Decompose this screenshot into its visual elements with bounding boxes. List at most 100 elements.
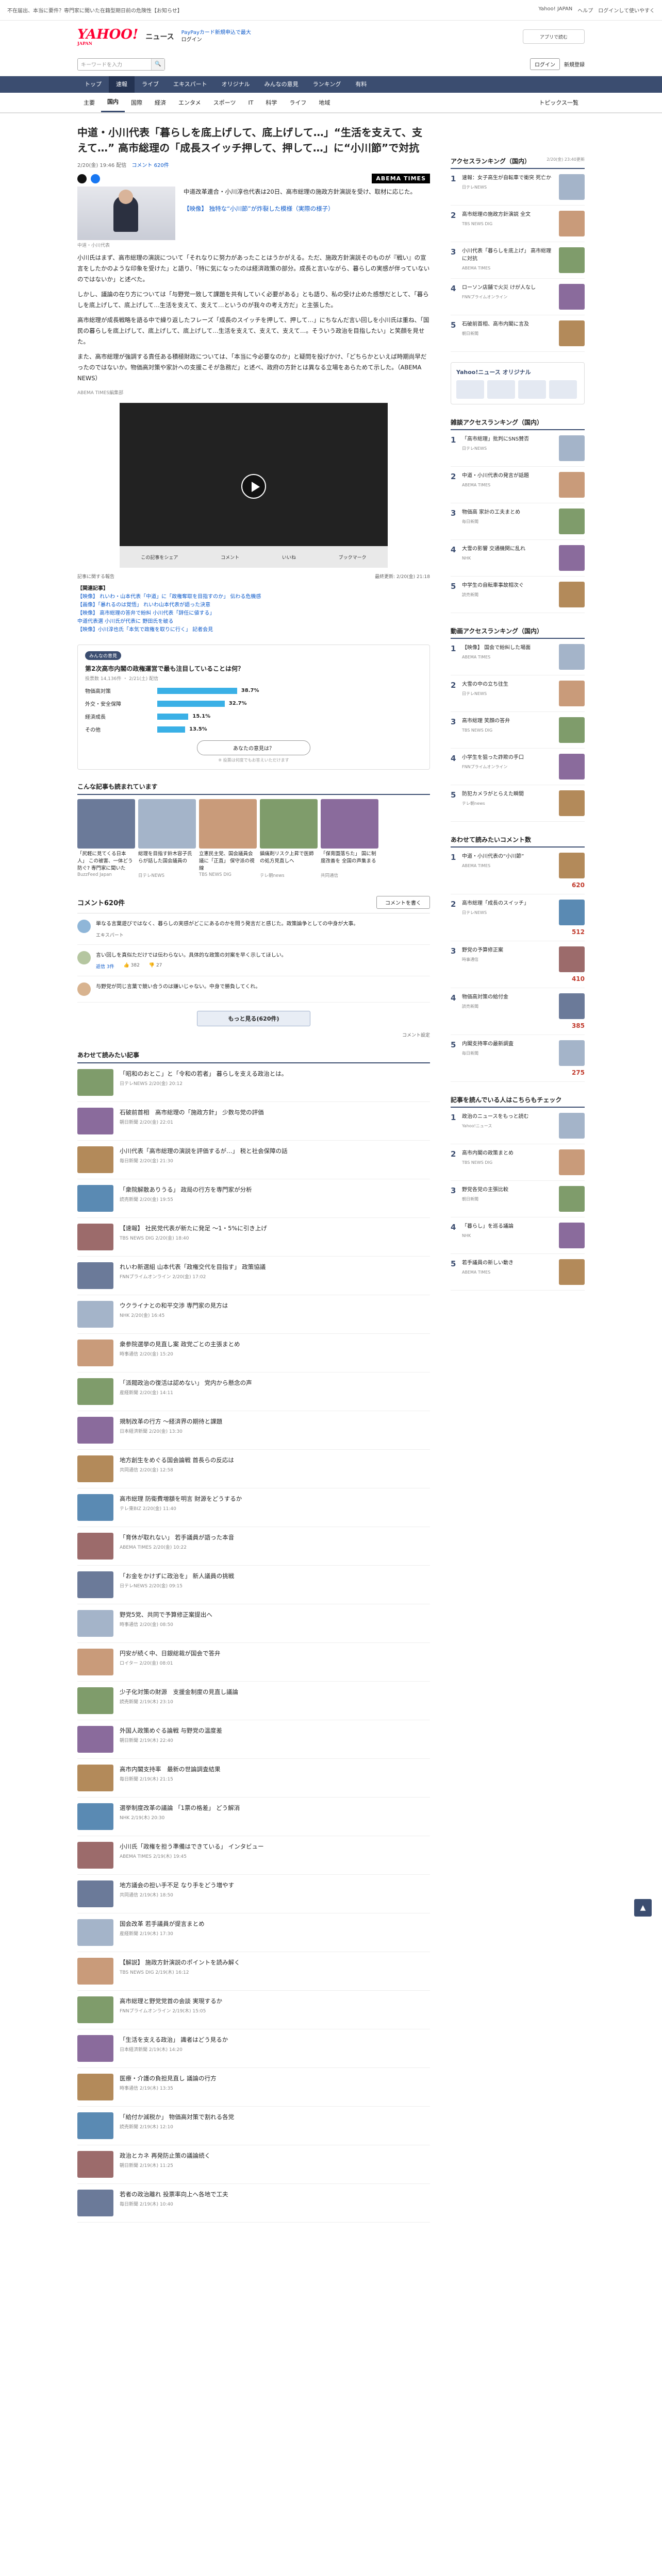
sidebar-item[interactable]: 4 「暮らし」を巡る議論 NHK bbox=[451, 1217, 585, 1254]
bad-button[interactable]: 👎 27 bbox=[149, 963, 162, 970]
gnav-breaking[interactable]: 速報 bbox=[109, 76, 135, 93]
tab-science[interactable]: 科学 bbox=[259, 98, 283, 107]
gnav-ranking[interactable]: ランキング bbox=[306, 76, 349, 93]
recommend-item[interactable]: 【速報】 社民党代表が新たに発足 ～1・5%に引き上げ TBS NEWS DIG … bbox=[77, 1218, 430, 1257]
sidebar-item[interactable]: 4 小学生を狙った詐欺の手口 FNNプライムオンライン bbox=[451, 749, 585, 785]
gnav-live[interactable]: ライブ bbox=[135, 76, 166, 93]
recommend-item[interactable]: 選挙制度改革の議論 「1票の格差」 どう解消 NHK 2/19(木) 20:30 bbox=[77, 1798, 430, 1836]
yahoo-logo[interactable]: YAHOO! JAPAN bbox=[77, 28, 138, 45]
gnav-original[interactable]: オリジナル bbox=[214, 76, 257, 93]
original-box[interactable]: Yahoo!ニュース オリジナル bbox=[451, 362, 585, 404]
sidebar-item[interactable]: 3 小川代表「暮らしを底上げ」 高市総理に対抗 ABEMA TIMES bbox=[451, 242, 585, 279]
tab-world[interactable]: 国際 bbox=[125, 98, 148, 107]
login-button[interactable]: ログイン bbox=[530, 58, 560, 70]
recommend-item[interactable]: 医療・介護の負担見直し 議論の行方 時事通信 2/19(木) 13:35 bbox=[77, 2068, 430, 2107]
recommend-item[interactable]: 円安が続く中、日銀総裁が国会で答弁 ロイター 2/20(金) 08:01 bbox=[77, 1643, 430, 1682]
recommend-item[interactable]: 「衆院解散ありうる」 政局の行方を専門家が分析 読売新聞 2/20(金) 19:5… bbox=[77, 1179, 430, 1218]
recommend-item[interactable]: 「生活を支える政治」 識者はどう見るか 日本経済新聞 2/19(木) 14:20 bbox=[77, 2029, 430, 2068]
tab-it[interactable]: IT bbox=[242, 99, 259, 106]
recommend-item[interactable]: 「昭和のおとこ」と「令和の若者」 暮らしを支える政治とは。 日テレNEWS 2/2… bbox=[77, 1063, 430, 1102]
recommend-item[interactable]: 規制改革の行方 ～経済界の期待と課題 日本経済新聞 2/20(金) 13:30 bbox=[77, 1411, 430, 1450]
sidebar-item[interactable]: 3 野党の予算修正案 時事通信 410 bbox=[451, 941, 585, 988]
recommend-item[interactable]: 「給付か減税か」 物価高対策で割れる各党 読売新聞 2/19(木) 12:10 bbox=[77, 2107, 430, 2145]
sidebar-item[interactable]: 5 防犯カメラがとらえた瞬間 テレ朝news bbox=[451, 785, 585, 822]
sidebar-item[interactable]: 1 政治のニュースをもっと読む Yahoo!ニュース bbox=[451, 1108, 585, 1144]
related-link[interactable]: 【映像】 れいわ・山本代表「中道」に「政権奪取を目指すのか」 伝わる危機感 bbox=[77, 593, 430, 601]
sidebar-item[interactable]: 3 高市総理 笑顔の答弁 TBS NEWS DIG bbox=[451, 712, 585, 749]
recommend-item[interactable]: 「育休が取れない」 若手議員が語った本音 ABEMA TIMES 2/20(金) … bbox=[77, 1527, 430, 1566]
sidebar-item[interactable]: 4 大雪の影響 交通機関に乱れ NHK bbox=[451, 540, 585, 577]
recommend-item[interactable]: 「派閥政治の復活は認めない」 党内から懸念の声 産経新聞 2/20(金) 14:1… bbox=[77, 1372, 430, 1411]
related-link[interactable]: 中道代表選 小川氏が代表に 野田氏を破る bbox=[77, 618, 430, 626]
recommend-item[interactable]: 石破前首相 高市総理の「施政方針」 少数与党の評価 朝日新聞 2/20(金) 22… bbox=[77, 1102, 430, 1141]
tab-domestic[interactable]: 国内 bbox=[101, 93, 125, 112]
sidebar-item[interactable]: 2 中道・小川代表の発言が話題 ABEMA TIMES bbox=[451, 467, 585, 503]
sidebar-item[interactable]: 3 野党各党の主張比較 朝日新聞 bbox=[451, 1181, 585, 1217]
sidebar-item[interactable]: 2 高市総理の施政方針演説 全文 TBS NEWS DIG bbox=[451, 206, 585, 242]
recommend-item[interactable]: 衆参院選挙の見直し案 政党ごとの主張まとめ 時事通信 2/20(金) 15:20 bbox=[77, 1334, 430, 1372]
gnav-paid[interactable]: 有料 bbox=[348, 76, 374, 93]
photo-card[interactable]: 鎮痛剤リスク上昇で医師の処方見直しへ テレ朝news bbox=[260, 799, 318, 878]
photo-card[interactable]: 「保育園落ちた」 国に制度改善を 全国の声集まる 共同通信 bbox=[321, 799, 378, 878]
write-comment-button[interactable]: コメントを書く bbox=[376, 896, 430, 909]
recommend-item[interactable]: 地方議会の担い手不足 なり手をどう増やす 共同通信 2/19(木) 18:50 bbox=[77, 1875, 430, 1913]
recommend-item[interactable]: 国会改革 若手議員が提言まとめ 産経新聞 2/19(木) 17:30 bbox=[77, 1913, 430, 1952]
comment-action[interactable]: コメント bbox=[221, 554, 239, 561]
sidebar-item[interactable]: 3 物価高 家計の工夫まとめ 毎日新聞 bbox=[451, 503, 585, 540]
register-link[interactable]: 新規登録 bbox=[564, 60, 585, 68]
related-link[interactable]: 【映像】 高市総理の答弁で紛糾 小川代表「辞任に値する」 bbox=[77, 609, 430, 618]
sidebar-item[interactable]: 2 大雪の中の立ち往生 日テレNEWS bbox=[451, 675, 585, 712]
photo-card[interactable]: 立憲民主党、国会議員会議に「正直」 保守派の視線 TBS NEWS DIG bbox=[199, 799, 257, 878]
recommend-item[interactable]: 高市総理と野党党首の会談 実現するか FNNプライムオンライン 2/19(木) 1… bbox=[77, 1991, 430, 2029]
recommend-item[interactable]: 小川氏「政権を担う準備はできている」 インタビュー ABEMA TIMES 2/1… bbox=[77, 1836, 430, 1875]
like-action[interactable]: いいね bbox=[282, 554, 296, 561]
sidebar-item[interactable]: 2 高市内閣の政策まとめ TBS NEWS DIG bbox=[451, 1144, 585, 1181]
tab-economy[interactable]: 経済 bbox=[148, 98, 172, 107]
recommend-item[interactable]: 小川代表「高市総理の演説を評価するが…」 税と社会保障の話 毎日新聞 2/20(金… bbox=[77, 1141, 430, 1179]
search-input[interactable]: キーワードを入力 🔍 bbox=[77, 58, 165, 71]
poll-vote-button[interactable]: あなたの意見は？ bbox=[197, 740, 310, 755]
recommend-item[interactable]: 外国人政策めぐる論戦 与野党の温度差 朝日新聞 2/19(木) 22:40 bbox=[77, 1720, 430, 1759]
recommend-item[interactable]: 少子化対策の財源 支援金制度の見直し議論 読売新聞 2/19(木) 23:10 bbox=[77, 1682, 430, 1720]
tab-entertainment[interactable]: エンタメ bbox=[172, 98, 207, 107]
related-link[interactable]: 【映像】小川淳也氏「本気で政権を取りに行く」 記者会見 bbox=[77, 626, 430, 634]
tab-life[interactable]: ライフ bbox=[283, 98, 312, 107]
gnav-opinion[interactable]: みんなの意見 bbox=[257, 76, 306, 93]
photo-card[interactable]: 総理を目指す鈴木容子氏らが話した国会議員の 日テレNEWS bbox=[138, 799, 196, 878]
sidebar-item[interactable]: 1 「高市総理」批判にSNS賛否 日テレNEWS bbox=[451, 430, 585, 467]
section-name[interactable]: ニュース bbox=[145, 31, 174, 42]
article-photo[interactable] bbox=[77, 187, 175, 240]
search-icon[interactable]: 🔍 bbox=[151, 58, 164, 70]
sidebar-item[interactable]: 5 中学生の自転車事故相次ぐ 読売新聞 bbox=[451, 577, 585, 613]
help-link[interactable]: ヘルプ bbox=[577, 6, 593, 14]
sidebar-item[interactable]: 4 物価高対策の給付金 読売新聞 385 bbox=[451, 988, 585, 1035]
x-share-icon[interactable] bbox=[77, 174, 87, 183]
sidebar-item[interactable]: 1 速報：女子高生が自転車で衝突 死亡か 日テレNEWS bbox=[451, 169, 585, 206]
comment-count-link[interactable]: コメント 620件 bbox=[131, 161, 169, 168]
notice-text[interactable]: 不在届出、本当に要件？専門家に聞いた在籍型期日前の危険性【お知らせ】 bbox=[7, 6, 183, 14]
comment-setting-link[interactable]: コメント設定 bbox=[402, 1031, 430, 1038]
sidebar-item[interactable]: 4 ローソン店舗で火災 けが人なし FNNプライムオンライン bbox=[451, 279, 585, 315]
video-link[interactable]: 【映像】 独特な“小川節”が炸裂した模様（実際の様子） bbox=[184, 204, 430, 214]
video-player[interactable]: この記事をシェア コメント いいね ブックマーク bbox=[120, 403, 388, 568]
replies-link[interactable]: 返信 3件 bbox=[96, 963, 114, 970]
recommend-item[interactable]: れいわ新選組 山本代表「政権交代を目指す」 政策協議 FNNプライムオンライン 2… bbox=[77, 1257, 430, 1295]
topics-list-link[interactable]: トピックス一覧 bbox=[533, 98, 585, 107]
recommend-item[interactable]: 政治とカネ 再発防止策の議論続く 朝日新聞 2/19(木) 11:25 bbox=[77, 2145, 430, 2184]
recommend-item[interactable]: 【解説】 施政方針演説のポイントを読み解く TBS NEWS DIG 2/19(木… bbox=[77, 1952, 430, 1991]
recommend-item[interactable]: 高市内閣支持率 最新の世論調査結果 毎日新聞 2/19(木) 21:15 bbox=[77, 1759, 430, 1798]
gnav-top[interactable]: トップ bbox=[77, 76, 109, 93]
report-link[interactable]: 記事に関する報告 bbox=[77, 573, 114, 580]
photo-card[interactable]: 「尻軽に見てくる日本人」 この被害、一体どう防ぐ? 専門家に聞いた BuzzFee… bbox=[77, 799, 135, 878]
recommend-item[interactable]: 若者の政治離れ 投票率向上へ各地で工夫 毎日新聞 2/19(木) 10:40 bbox=[77, 2184, 430, 2223]
sidebar-item[interactable]: 5 内閣支持率の最新調査 毎日新聞 275 bbox=[451, 1035, 585, 1082]
more-comments-button[interactable]: もっと見る(620件) bbox=[197, 1011, 310, 1026]
recommend-item[interactable]: 野党5党、共同で予算修正案提出へ 時事通信 2/20(金) 08:50 bbox=[77, 1604, 430, 1643]
brand-logo[interactable]: ABEMA TIMES bbox=[372, 174, 430, 183]
tab-local[interactable]: 地域 bbox=[312, 98, 336, 107]
tab-main[interactable]: 主要 bbox=[77, 98, 101, 107]
recommend-item[interactable]: 地方創生をめぐる国会論戦 首長らの反応は 共同通信 2/20(金) 12:58 bbox=[77, 1450, 430, 1488]
sidebar-item[interactable]: 2 高市総理「成長のスイッチ」 日テレNEWS 512 bbox=[451, 894, 585, 941]
yahoo-japan-link[interactable]: Yahoo! JAPAN bbox=[538, 6, 572, 14]
sidebar-item[interactable]: 5 若手議員の新しい動き ABEMA TIMES bbox=[451, 1254, 585, 1291]
